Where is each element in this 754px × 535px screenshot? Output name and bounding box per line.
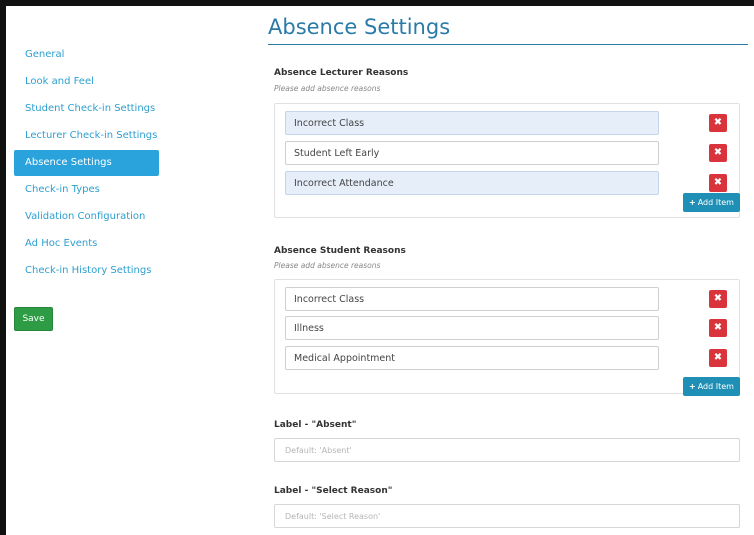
student-reason-input-3[interactable] [285,346,659,370]
plus-icon: + [689,198,696,207]
lecturer-reason-input-3[interactable] [285,171,659,195]
sidebar-item-validation-configuration[interactable]: Validation Configuration [14,204,159,230]
lecturer-reason-delete-button-3[interactable]: ✖ [709,174,727,192]
student-reason-input-2[interactable] [285,316,659,340]
sidebar-item-check-in-types[interactable]: Check-in Types [14,177,159,203]
student-reason-delete-button-3[interactable]: ✖ [709,349,727,367]
lecturer-reasons-hint: Please add absence reasons [274,84,381,93]
student-reasons-hint: Please add absence reasons [274,261,381,270]
lecturer-reason-delete-button-1[interactable]: ✖ [709,114,727,132]
lecturer-reason-input-2[interactable] [285,141,659,165]
sidebar-item-student-check-in-settings[interactable]: Student Check-in Settings [14,96,159,122]
lecturer-reason-input-1[interactable] [285,111,659,135]
student-reasons-panel: ✖ ✖ ✖ +Add Item [274,279,740,396]
window-frame-top [0,0,754,6]
add-item-label: Add Item [697,382,734,391]
lecturer-reasons-panel: ✖ ✖ ✖ +Add Item [274,103,740,218]
label-select-reason-input[interactable] [274,504,740,528]
sidebar-item-absence-settings[interactable]: Absence Settings [14,150,159,176]
add-item-label: Add Item [697,198,734,207]
student-reasons-heading: Absence Student Reasons [274,246,406,256]
student-reason-input-1[interactable] [285,287,659,311]
sidebar-item-look-and-feel[interactable]: Look and Feel [14,69,159,95]
label-absent-input[interactable] [274,438,740,462]
lecturer-add-item-button[interactable]: + Add Item [683,193,740,212]
plus-icon: + [689,382,696,391]
page-title: Absence Settings [268,15,451,39]
lecturer-reason-delete-button-2[interactable]: ✖ [709,144,727,162]
student-reason-delete-button-2[interactable]: ✖ [709,319,727,337]
label-select-reason-heading: Label - "Select Reason" [274,486,393,496]
sidebar-item-general[interactable]: General [14,42,159,68]
lecturer-reasons-heading: Absence Lecturer Reasons [274,68,409,78]
title-divider [268,44,748,45]
save-button[interactable]: Save [14,307,53,331]
window-frame-left [0,0,6,535]
student-reason-delete-button-1[interactable]: ✖ [709,290,727,308]
sidebar-item-check-in-history-settings[interactable]: Check-in History Settings [14,258,159,284]
label-absent-heading: Label - "Absent" [274,420,357,430]
sidebar-item-lecturer-check-in-settings[interactable]: Lecturer Check-in Settings [14,123,159,149]
settings-sidebar: General Look and Feel Student Check-in S… [14,42,159,285]
sidebar-item-ad-hoc-events[interactable]: Ad Hoc Events [14,231,159,257]
student-add-item-button[interactable]: + Add Item [683,377,740,396]
